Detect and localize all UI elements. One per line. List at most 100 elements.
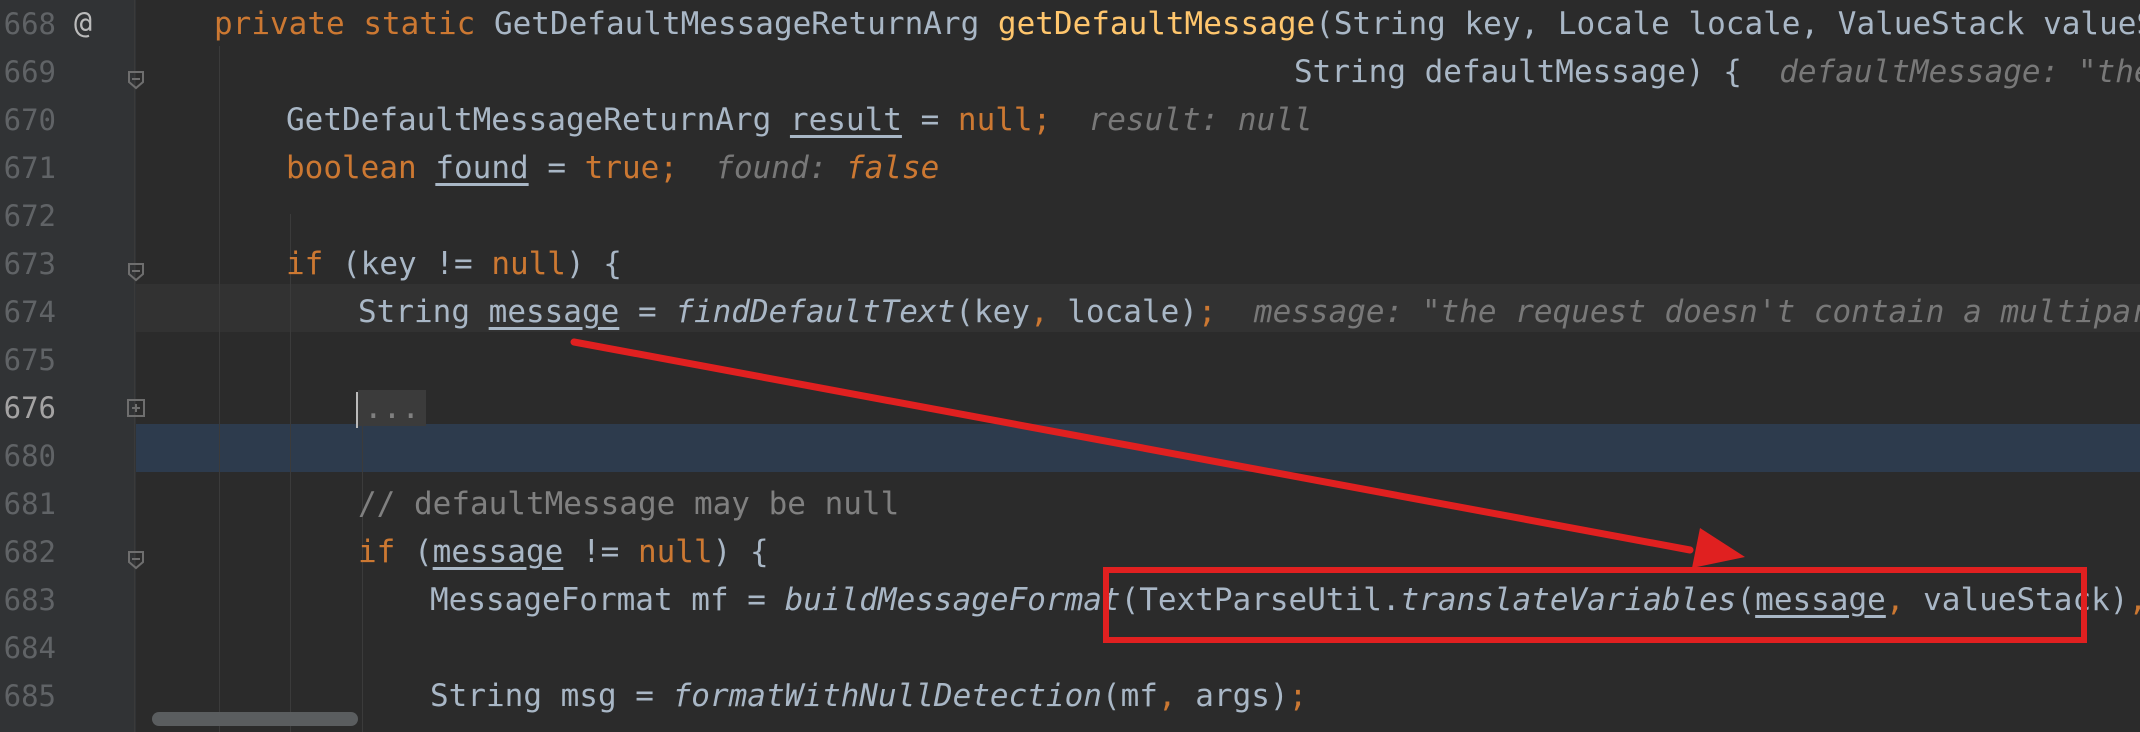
operator: =	[619, 294, 676, 330]
keyword: null	[957, 102, 1033, 138]
keyword: null	[491, 246, 566, 282]
code-text[interactable]: GetDefaultMessageReturnArg result = null…	[286, 96, 1313, 144]
variable: message	[1755, 582, 1886, 618]
code-line-670[interactable]: 670 GetDefaultMessageReturnArg result = …	[0, 96, 2140, 144]
keyword: static	[363, 6, 476, 42]
line-number: 684	[3, 631, 56, 665]
keyword: boolean	[286, 150, 417, 186]
expand-marker-icon[interactable]	[126, 398, 146, 418]
code-text[interactable]: boolean found = true; found: false	[286, 144, 939, 192]
arguments: valueStack)	[1904, 582, 2129, 618]
code-line-680[interactable]: 680	[0, 432, 2140, 480]
line-number: 672	[3, 199, 56, 233]
keyword: if	[358, 534, 396, 570]
line-number: 670	[3, 103, 56, 137]
code-line-668[interactable]: 668 @ private static GetDefaultMessageRe…	[0, 0, 2140, 48]
line-number: 682	[3, 535, 56, 569]
code-text[interactable]: private static GetDefaultMessageReturnAr…	[214, 0, 2140, 48]
operator: !=	[563, 534, 638, 570]
keyword: if	[286, 246, 324, 282]
comma: ,	[1029, 294, 1049, 330]
code-text[interactable]: if (message != null) {	[358, 528, 769, 576]
paren: ) {	[712, 534, 769, 570]
line-number: 685	[3, 679, 56, 713]
fold-marker-icon[interactable]	[126, 550, 146, 570]
code-line-684[interactable]: 684	[0, 624, 2140, 672]
operator: =	[528, 150, 585, 186]
keyword: null	[637, 534, 713, 570]
fold-marker-icon[interactable]	[126, 70, 146, 90]
arguments: args)	[1176, 678, 1289, 714]
code-line-681[interactable]: 681 // defaultMessage may be null	[0, 480, 2140, 528]
comma: ,	[1885, 582, 1905, 618]
method-name: getDefaultMessage	[997, 6, 1316, 42]
code-line-674[interactable]: 674 String message = findDefaultText(key…	[0, 288, 2140, 336]
return-type: GetDefaultMessageReturnArg	[493, 6, 980, 42]
method-call: translateVariables	[1400, 582, 1737, 618]
method-call: formatWithNullDetection	[672, 678, 1102, 714]
semicolon: ;	[1197, 294, 1217, 330]
line-number: 681	[3, 487, 56, 521]
paren: (	[1120, 582, 1140, 618]
method-call: buildMessageFormat	[784, 582, 1121, 618]
paren: (	[395, 534, 433, 570]
code-line-669[interactable]: 669 String defaultMessage) { defaultMess…	[0, 48, 2140, 96]
line-number: 674	[3, 295, 56, 329]
line-number: 683	[3, 583, 56, 617]
debug-value-hint: message: "the request doesn't contain a …	[1253, 294, 2140, 330]
code-line-672[interactable]: 672	[0, 192, 2140, 240]
code-text[interactable]: // defaultMessage may be null	[358, 480, 899, 528]
variable: message	[432, 534, 564, 570]
line-number: 673	[3, 247, 56, 281]
comma: ,	[1157, 678, 1177, 714]
declaration: String msg =	[430, 678, 673, 714]
fold-marker-icon[interactable]	[126, 262, 146, 282]
operator: =	[901, 102, 958, 138]
debug-value: false	[845, 150, 940, 186]
code-line-676[interactable]: 676 ...	[0, 384, 2140, 432]
line-number: 669	[3, 55, 56, 89]
arguments: (key	[955, 294, 1030, 330]
parameters: (String key, Locale locale, ValueStack v…	[1315, 6, 2140, 42]
override-annotation-icon[interactable]: @	[74, 4, 92, 44]
line-number: 675	[3, 343, 56, 377]
parameters: String defaultMessage) {	[1294, 54, 1742, 90]
keyword: private	[214, 6, 345, 42]
method-call: findDefaultText	[675, 294, 956, 330]
code-text[interactable]: MessageFormat mf = buildMessageFormat(Te…	[430, 576, 2140, 624]
variable: result	[789, 102, 902, 138]
condition: ) {	[565, 246, 622, 282]
declaration: MessageFormat mf =	[430, 582, 785, 618]
semicolon: ;	[659, 150, 678, 186]
type-name: String	[358, 294, 489, 330]
paren: (	[1736, 582, 1756, 618]
code-line-673[interactable]: 673 if (key != null) {	[0, 240, 2140, 288]
line-number: 668	[3, 7, 56, 41]
code-line-682[interactable]: 682 if (message != null) {	[0, 528, 2140, 576]
folded-code-region[interactable]: ...	[358, 390, 426, 426]
code-line-675[interactable]: 675	[0, 336, 2140, 384]
keyword: true	[584, 150, 660, 186]
code-line-671[interactable]: 671 boolean found = true; found: false	[0, 144, 2140, 192]
arguments: (mf	[1101, 678, 1158, 714]
debug-value-hint: found:	[715, 150, 828, 186]
comma: ,	[2128, 582, 2140, 618]
code-text[interactable]: String defaultMessage) { defaultMessage:…	[1294, 48, 2140, 96]
code-line-683[interactable]: 683 MessageFormat mf = buildMessageForma…	[0, 576, 2140, 624]
code-comment: // defaultMessage may be null	[358, 486, 900, 522]
debug-value-hint: defaultMessage: "the	[1779, 54, 2140, 90]
code-text[interactable]: String message = findDefaultText(key, lo…	[358, 288, 2140, 336]
arguments: locale)	[1048, 294, 1198, 330]
condition: (key !=	[323, 246, 492, 282]
code-text[interactable]: ...	[356, 384, 426, 432]
horizontal-scrollbar-thumb[interactable]	[152, 712, 358, 726]
line-number: 671	[3, 151, 56, 185]
line-number: 676	[3, 391, 56, 425]
semicolon: ;	[1032, 102, 1052, 138]
semicolon: ;	[1288, 678, 1308, 714]
debug-value-hint: result: null	[1088, 102, 1313, 138]
code-text[interactable]: if (key != null) {	[286, 240, 622, 288]
class-name: TextParseUtil.	[1139, 582, 1401, 618]
code-text[interactable]: String msg = formatWithNullDetection(mf,…	[430, 672, 1307, 720]
variable: found	[435, 150, 529, 186]
